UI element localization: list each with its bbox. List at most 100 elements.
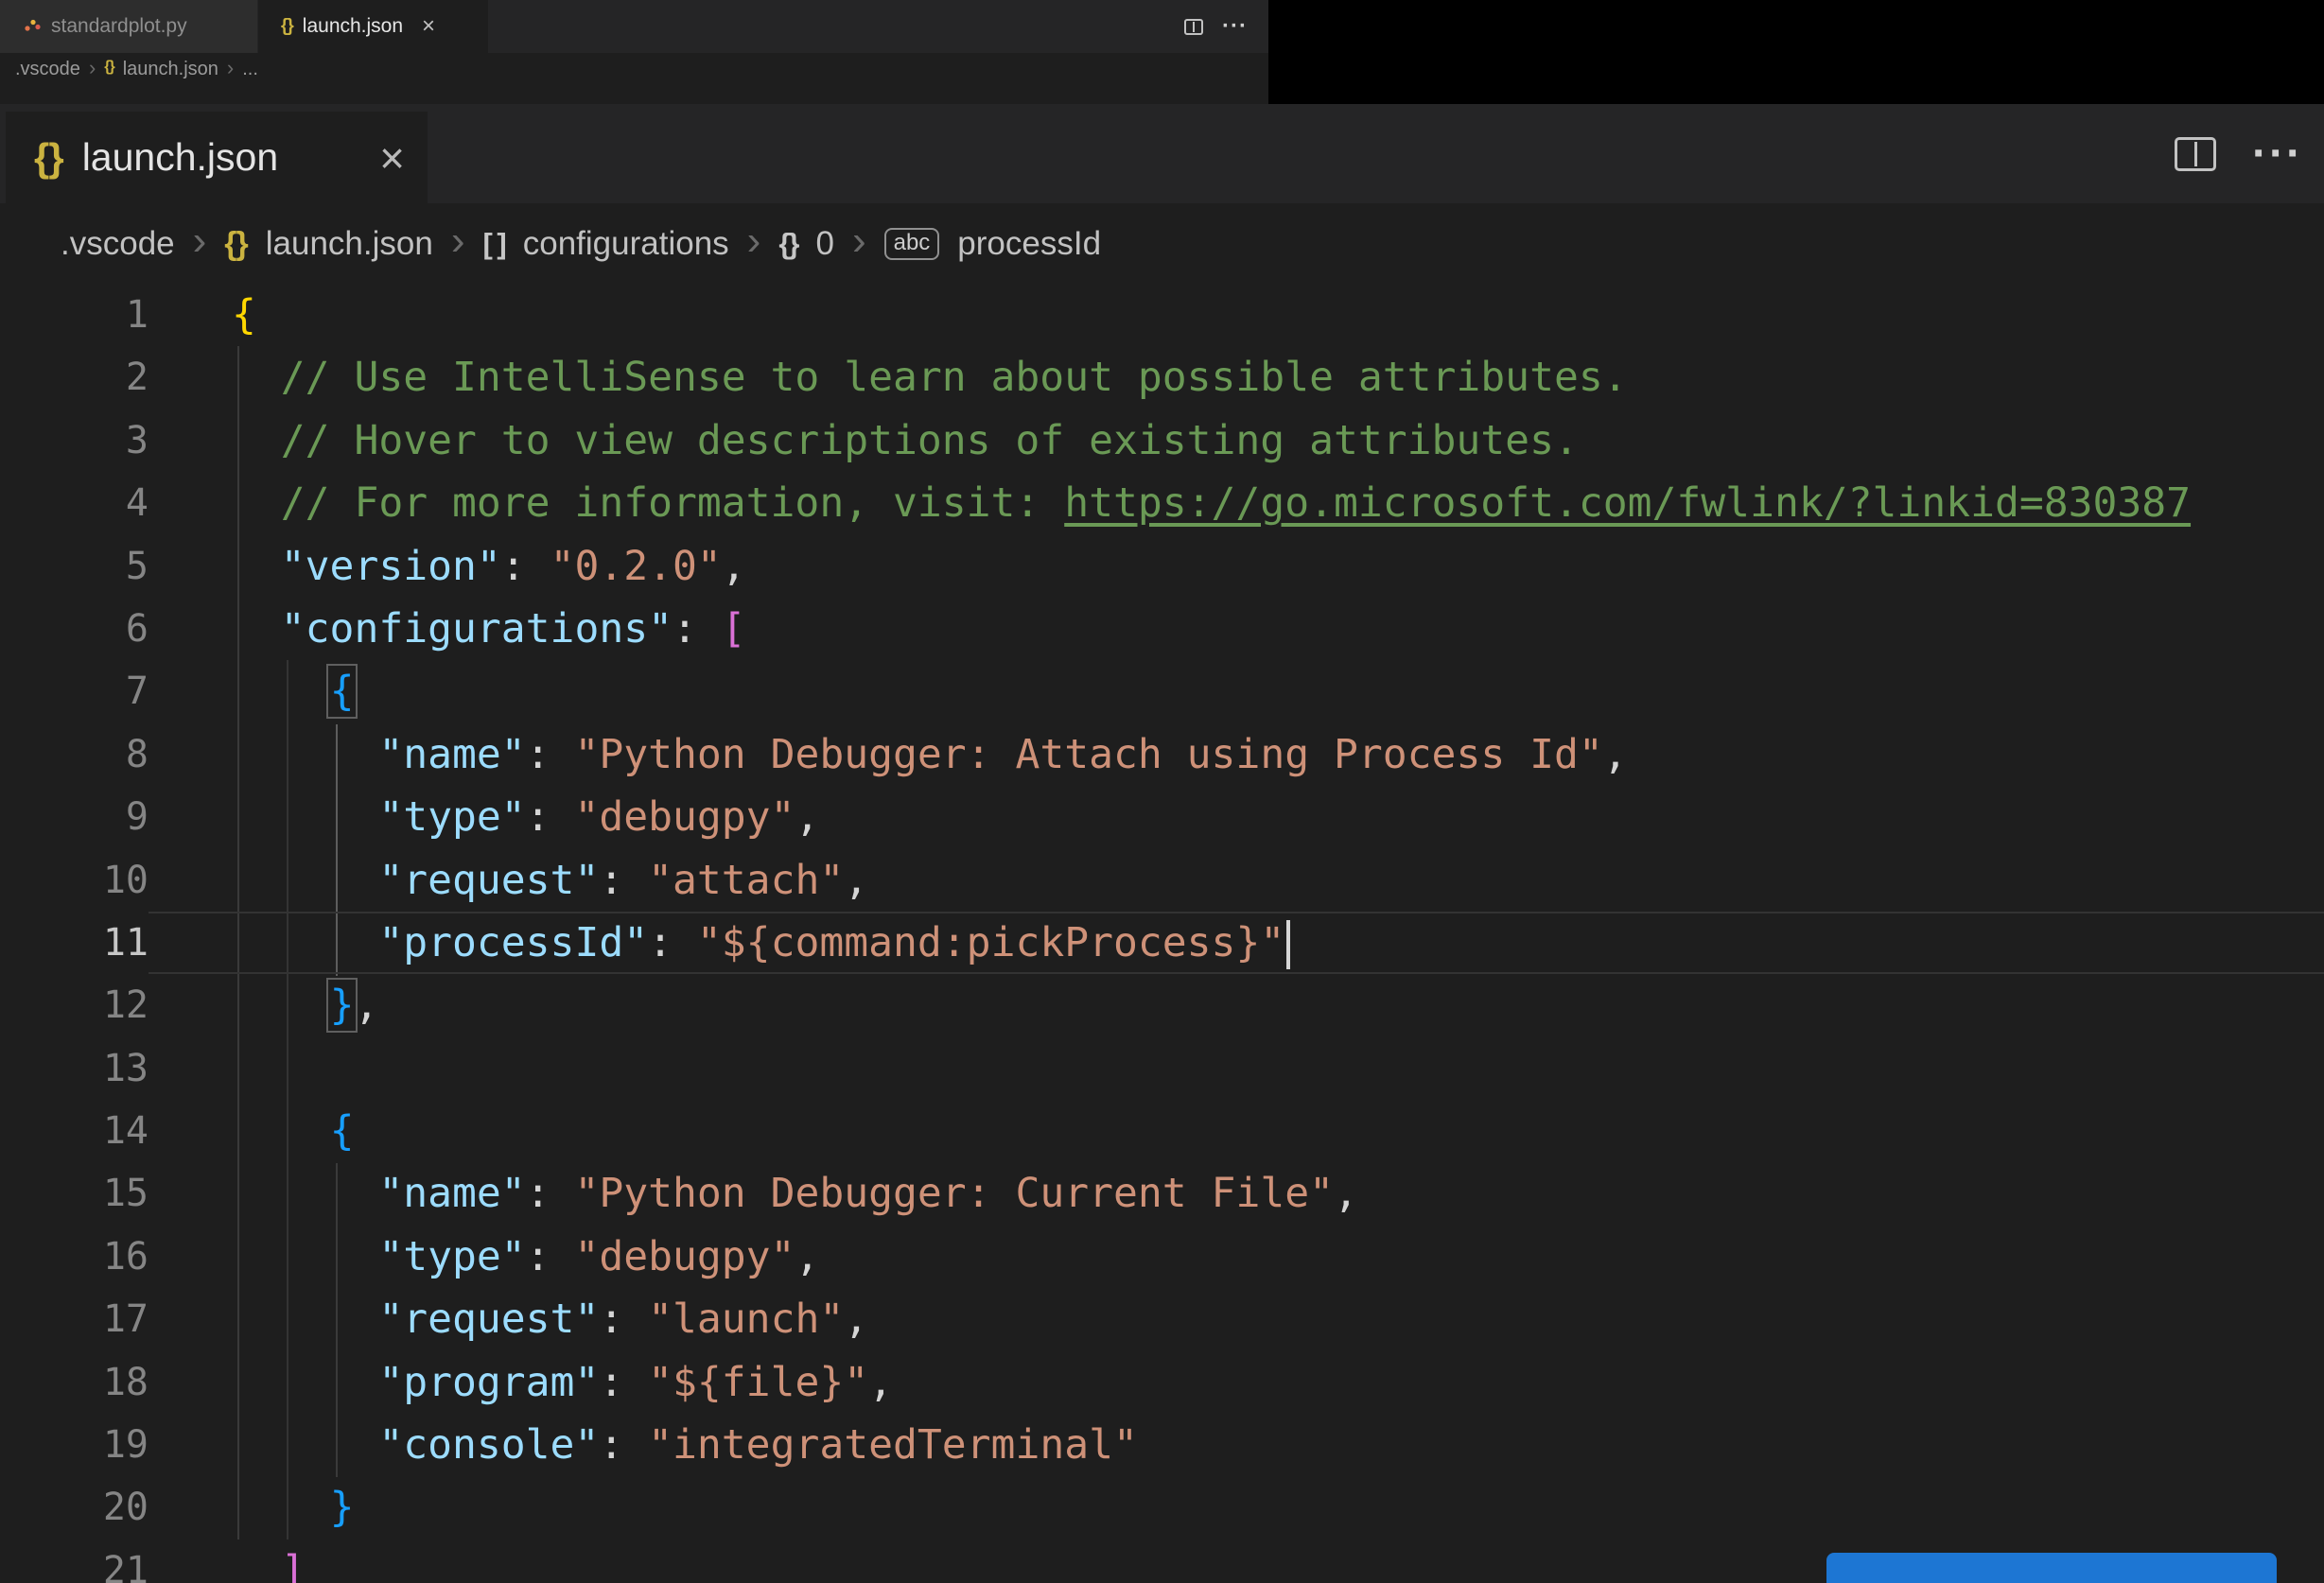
chevron-right-icon: › xyxy=(192,217,207,264)
more-actions-icon[interactable]: ··· xyxy=(1222,13,1248,40)
black-overlay xyxy=(1268,0,2324,104)
code-line[interactable]: 11 "processId": "${command:pickProcess}" xyxy=(0,912,2324,974)
line-content: "type": "debugpy", xyxy=(378,793,820,842)
code-line[interactable]: 15 "name": "Python Debugger: Current Fil… xyxy=(0,1162,2324,1225)
code-editor[interactable]: 1{2 // Use IntelliSense to learn about p… xyxy=(0,284,2324,1583)
code-line[interactable]: 1{ xyxy=(0,284,2324,346)
line-number: 13 xyxy=(102,1046,149,1090)
text-cursor xyxy=(1286,920,1291,970)
line-content: { xyxy=(329,1107,355,1156)
code-line[interactable]: 13 xyxy=(0,1037,2324,1100)
line-number: 1 xyxy=(125,293,149,337)
code-line[interactable]: 5 "version": "0.2.0", xyxy=(0,535,2324,598)
code-lines: 1{2 // Use IntelliSense to learn about p… xyxy=(0,284,2324,1583)
chevron-right-icon: › xyxy=(746,217,761,264)
line-content: "version": "0.2.0", xyxy=(280,542,746,590)
tab-standardplot-py[interactable]: standardplot.py xyxy=(0,0,258,53)
breadcrumb-item-launch-json[interactable]: launch.json xyxy=(123,59,218,80)
code-line[interactable]: 19 "console": "integratedTerminal" xyxy=(0,1414,2324,1476)
add-configuration-button[interactable] xyxy=(1826,1553,2277,1583)
breadcrumb-item-configurations[interactable]: configurations xyxy=(523,225,729,263)
line-number: 18 xyxy=(102,1360,149,1404)
object-symbol-icon: {} xyxy=(778,227,799,260)
json-icon: {} xyxy=(34,134,64,180)
code-line[interactable]: 17 "request": "launch", xyxy=(0,1288,2324,1350)
line-content: "configurations": [ xyxy=(280,604,746,652)
line-content: "name": "Python Debugger: Attach using P… xyxy=(378,730,1628,778)
line-number: 16 xyxy=(102,1234,149,1279)
code-line[interactable]: 4 // For more information, visit: https:… xyxy=(0,472,2324,534)
line-content: "name": "Python Debugger: Current File", xyxy=(378,1170,1358,1218)
code-line[interactable]: 2 // Use IntelliSense to learn about pos… xyxy=(0,346,2324,409)
breadcrumb-item-more[interactable]: ... xyxy=(242,59,258,80)
plot-file-icon xyxy=(23,15,42,39)
line-content: "program": "${file}", xyxy=(378,1358,894,1406)
line-content: }, xyxy=(325,978,379,1034)
line-content: // Hover to view descriptions of existin… xyxy=(232,416,1579,464)
code-line[interactable]: 7 { xyxy=(0,660,2324,722)
line-number: 19 xyxy=(102,1423,149,1468)
code-line[interactable]: 14 { xyxy=(0,1100,2324,1162)
breadcrumb-item-vscode[interactable]: .vscode xyxy=(15,59,80,80)
line-number: 21 xyxy=(102,1548,149,1583)
line-number: 11 xyxy=(102,920,149,965)
close-icon[interactable]: × xyxy=(379,132,405,183)
chevron-right-icon: › xyxy=(88,56,96,79)
line-content: "request": "attach", xyxy=(378,856,869,904)
line-number: 9 xyxy=(125,795,149,840)
line-number: 17 xyxy=(102,1297,149,1342)
editor-actions-zoom: ··· xyxy=(2175,104,2303,203)
line-number: 12 xyxy=(102,983,149,1028)
line-number: 6 xyxy=(125,606,149,651)
tab-label: standardplot.py xyxy=(51,15,187,37)
breadcrumb-item-launch-json[interactable]: launch.json xyxy=(266,225,433,263)
line-number: 3 xyxy=(125,418,149,462)
vscode-window: standardplot.py {} launch.json × ··· .vs… xyxy=(0,0,2324,1583)
line-content: "console": "integratedTerminal" xyxy=(378,1421,1138,1470)
close-icon[interactable]: × xyxy=(422,13,435,40)
code-line[interactable]: 12 }, xyxy=(0,974,2324,1036)
breadcrumb-bar: .vscode › {} launch.json › [ ] configurations ›… xyxy=(0,203,2324,285)
code-line[interactable]: 20 } xyxy=(0,1476,2324,1539)
line-number: 20 xyxy=(102,1486,149,1530)
code-line[interactable]: 18 "program": "${file}", xyxy=(0,1351,2324,1414)
line-content: "type": "debugpy", xyxy=(378,1232,820,1280)
editor-actions: ··· xyxy=(1184,0,1268,53)
breadcrumb: .vscode › {} launch.json › ... xyxy=(0,53,1268,104)
code-line[interactable]: 3 // Hover to view descriptions of exist… xyxy=(0,409,2324,472)
tab-bar-zoom: {} launch.json × ··· xyxy=(0,104,2324,203)
code-line[interactable]: 6 "configurations": [ xyxy=(0,598,2324,660)
breadcrumb-item-0[interactable]: 0 xyxy=(815,225,833,263)
line-number: 4 xyxy=(125,481,149,526)
code-line[interactable]: 8 "name": "Python Debugger: Attach using… xyxy=(0,723,2324,786)
line-number: 5 xyxy=(125,544,149,588)
line-content: // For more information, visit: https://… xyxy=(232,479,2192,528)
chevron-right-icon: › xyxy=(851,217,866,264)
breadcrumb-item--vscode[interactable]: .vscode xyxy=(61,225,175,263)
tab-launch-json-zoom[interactable]: {} launch.json × xyxy=(6,112,428,203)
line-content: } xyxy=(329,1484,355,1532)
split-editor-icon[interactable] xyxy=(2175,136,2217,171)
json-icon: {} xyxy=(281,16,294,36)
line-content: // Use IntelliSense to learn about possi… xyxy=(232,354,1628,402)
json-icon: {} xyxy=(224,225,248,262)
line-number: 15 xyxy=(102,1172,149,1216)
tab-launch-json[interactable]: {} launch.json × xyxy=(258,0,489,53)
more-actions-icon[interactable]: ··· xyxy=(2252,128,2303,180)
split-editor-icon[interactable] xyxy=(1184,18,1204,35)
code-line[interactable]: 9 "type": "debugpy", xyxy=(0,786,2324,848)
breadcrumb-item-processid[interactable]: processId xyxy=(957,225,1101,263)
code-line[interactable]: 16 "type": "debugpy", xyxy=(0,1226,2324,1288)
tab-label: launch.json xyxy=(302,15,404,37)
chevron-right-icon: › xyxy=(226,56,235,79)
tab-label: launch.json xyxy=(81,135,279,179)
array-symbol-icon: [ ] xyxy=(482,227,506,260)
line-number: 14 xyxy=(102,1109,149,1154)
line-content: "request": "launch", xyxy=(378,1296,869,1344)
code-line[interactable]: 10 "request": "attach", xyxy=(0,849,2324,912)
line-number: 2 xyxy=(125,356,149,400)
string-symbol-icon: abc xyxy=(883,227,940,261)
line-number: 8 xyxy=(125,732,149,776)
line-number: 10 xyxy=(102,858,149,902)
line-content: { xyxy=(232,291,256,339)
